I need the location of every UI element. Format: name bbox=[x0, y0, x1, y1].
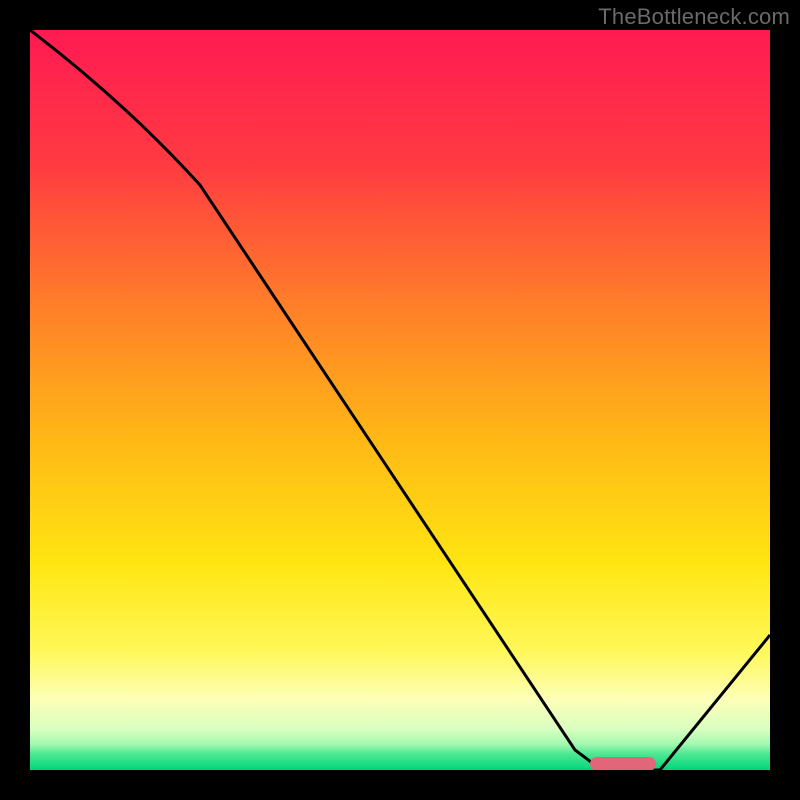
bottleneck-curve bbox=[30, 30, 770, 770]
optimal-range-marker bbox=[590, 757, 656, 770]
chart-frame: TheBottleneck.com bbox=[0, 0, 800, 800]
watermark-text: TheBottleneck.com bbox=[598, 4, 790, 30]
plot-area bbox=[30, 30, 770, 770]
curve-overlay bbox=[30, 30, 770, 770]
